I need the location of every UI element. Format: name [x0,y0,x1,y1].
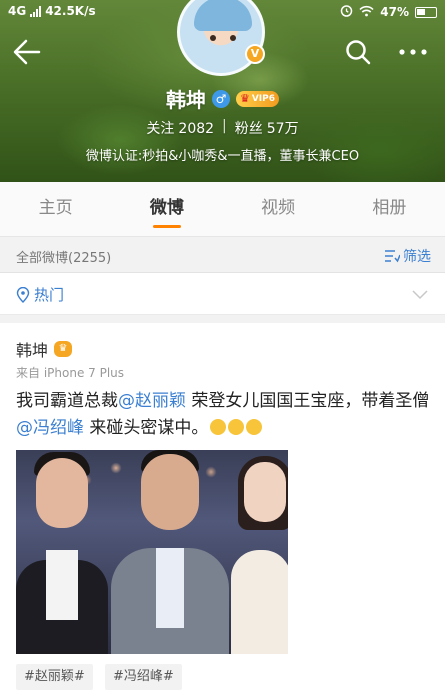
verification-text: 微博认证:秒拍&小咖秀&一直播，董事长兼CEO [85,149,360,164]
more-dots-icon [399,49,427,55]
hot-section[interactable]: 热门 [0,273,445,315]
wifi-icon [359,5,374,20]
emoji-icon [246,419,263,435]
vip-badge[interactable]: ♛ VIP6 [235,90,280,107]
profile-tabs: 主页 微博 视频 相册 [0,182,445,237]
following-stat[interactable]: 关注 2082 [146,118,214,138]
emoji-icon [228,419,245,435]
location-pin-icon [16,286,30,303]
topic-tag[interactable]: #赵丽颖# [16,664,93,690]
back-button[interactable] [12,38,44,68]
hot-label: 热门 [34,286,65,304]
post-source: 来自 iPhone 7 Plus [16,366,125,380]
search-icon [346,40,371,65]
tab-album[interactable]: 相册 [334,182,445,236]
profile-name-row: 韩坤 ♂ ♛ VIP6 [0,84,445,113]
post-author[interactable]: 韩坤 [16,337,48,361]
alarm-icon [340,4,353,20]
profile-header: 4G 42.5K/s 09:16 47% V [0,0,445,182]
avatar[interactable] [177,0,265,76]
filter-icon [385,250,400,263]
mention-link[interactable]: @赵丽颖 [118,391,186,411]
post-image[interactable] [16,450,288,654]
arrow-left-icon [13,39,41,65]
verified-badge: V [245,44,265,64]
more-button[interactable] [396,40,432,66]
battery-percent: 47% [380,5,409,19]
tab-video[interactable]: 视频 [223,182,334,236]
male-gender-icon: ♂ [211,89,230,108]
weibo-post: 韩坤 ♛ 来自 iPhone 7 Plus 我司霸道总裁@赵丽颖 荣登女儿国国王… [0,323,445,691]
followers-stat[interactable]: 粉丝 57万 [235,118,299,138]
crown-icon: ♛ [239,92,250,105]
post-author-row: 韩坤 ♛ [16,337,73,361]
profile-name: 韩坤 [165,88,206,112]
chevron-down-icon [411,285,429,304]
all-weibo-count: 全部微博(2255) [16,251,112,266]
post-text: 我司霸道总裁@赵丽颖 荣登女儿国国王宝座，带着圣僧@冯绍峰 来碰头密谋中。 [16,391,430,438]
topic-tag[interactable]: #冯绍峰# [105,664,182,690]
tab-home[interactable]: 主页 [0,182,111,236]
stats-separator: | [222,118,227,134]
battery-icon [415,6,437,18]
crown-member-icon: ♛ [54,341,73,357]
profile-stats: 关注 2082 | 粉丝 57万 [0,118,445,138]
emoji-icon [210,419,227,435]
tab-weibo[interactable]: 微博 [111,182,222,236]
filter-button[interactable]: 筛选 [384,246,431,266]
filter-bar: 全部微博(2255) 筛选 [0,237,445,273]
mention-link[interactable]: @冯绍峰 [16,418,84,438]
search-button[interactable] [344,38,374,68]
